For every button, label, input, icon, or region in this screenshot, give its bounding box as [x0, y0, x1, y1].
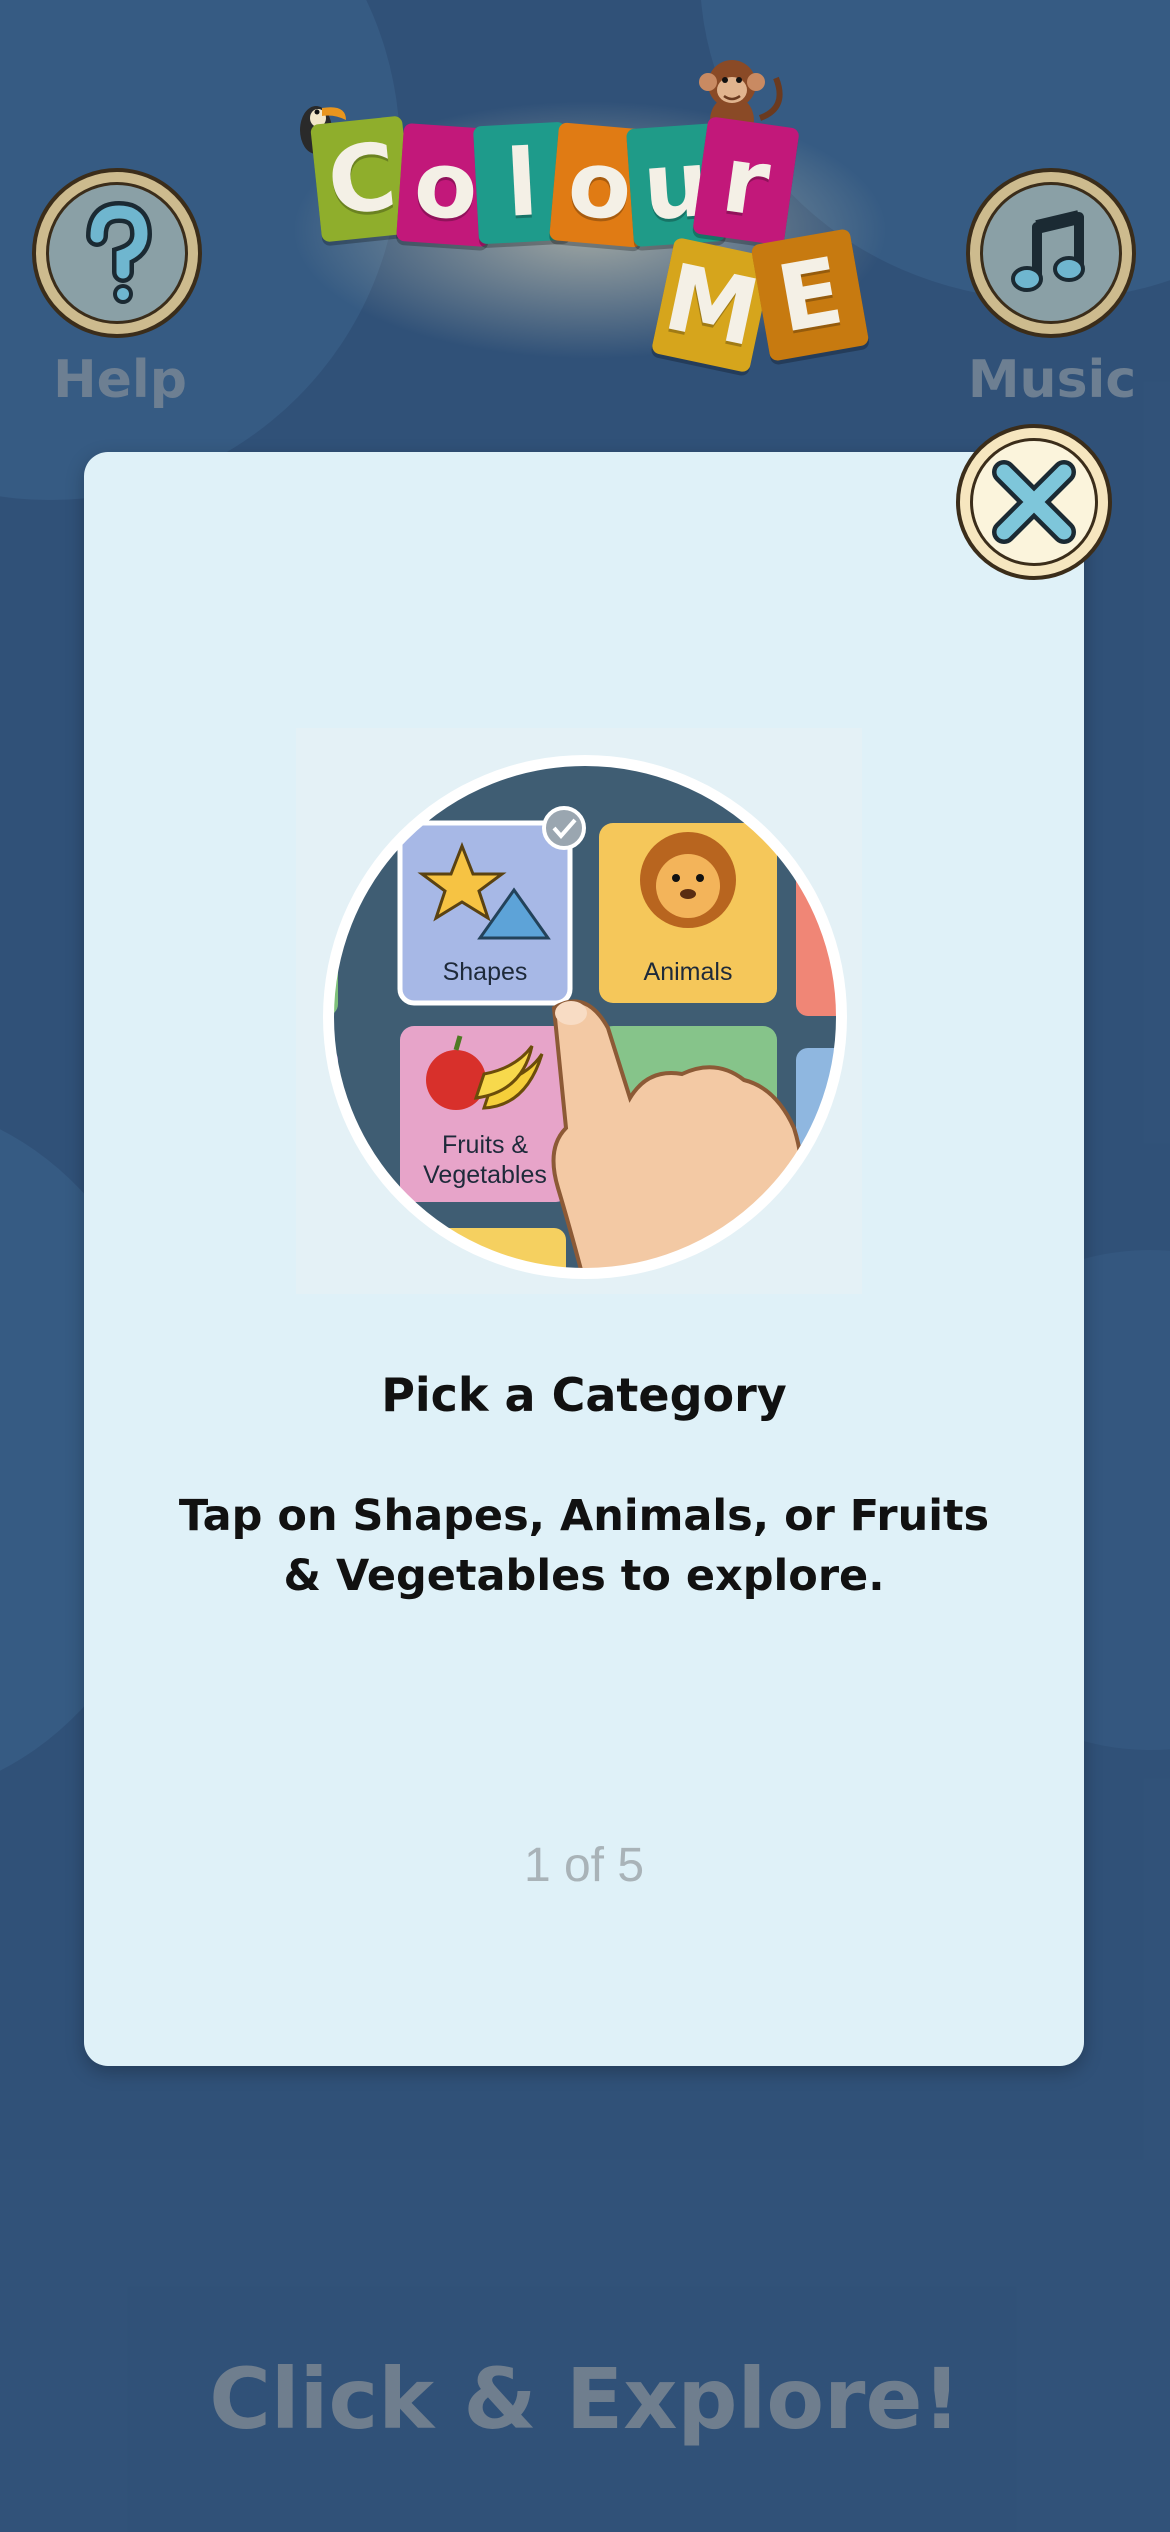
- music-label: Music: [967, 350, 1137, 410]
- close-button[interactable]: [956, 424, 1112, 580]
- footer-title: Click & Explore!: [209, 2350, 961, 2448]
- music-button[interactable]: [966, 168, 1136, 338]
- help-label: Help: [53, 350, 187, 410]
- help-button[interactable]: [32, 168, 202, 338]
- question-mark-icon: [86, 200, 153, 304]
- logo-letter-e: E: [750, 228, 870, 362]
- tile-label-vegetables: Vegetables: [423, 1161, 547, 1189]
- tile-label-shapes: Shapes: [443, 958, 528, 986]
- modal-title: Pick a Category: [381, 1368, 787, 1422]
- tile-label-animals: Animals: [644, 958, 733, 986]
- tile-label-fruits: Fruits &: [442, 1131, 528, 1159]
- page-indicator: 1 of 5: [523, 1839, 645, 1892]
- logo-letter-r: r: [692, 116, 800, 246]
- modal-description: Tap on Shapes, Animals, or Fruits & Vege…: [178, 1491, 990, 1601]
- close-icon: [992, 460, 1076, 544]
- music-note-icon: [1011, 210, 1085, 292]
- category-illustration: Shapes Animals Fruits & Vegetables: [296, 728, 862, 1294]
- colour-me-logo: C o l o u r M E: [280, 40, 900, 380]
